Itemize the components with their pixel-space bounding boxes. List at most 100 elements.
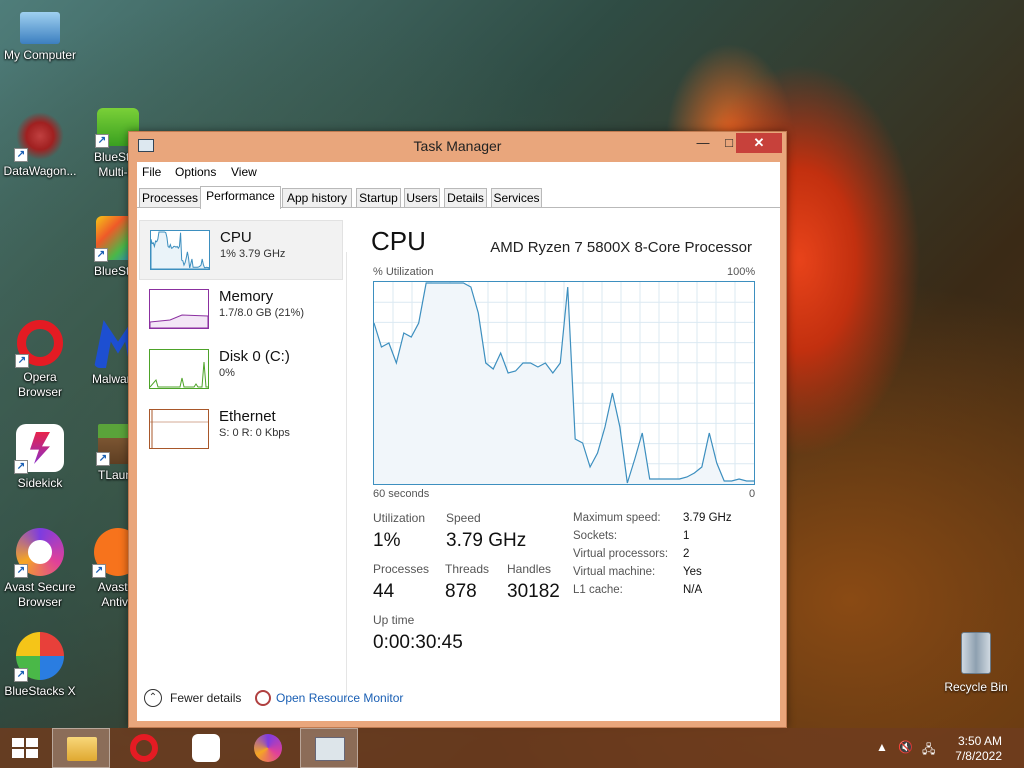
shortcut-arrow-icon: ↗ — [14, 460, 28, 474]
sidebar-item-sub: 1.7/8.0 GB (21%) — [219, 307, 304, 319]
chevron-up-icon[interactable]: ⌃ — [144, 689, 162, 707]
memory-thumbnail-graph — [149, 289, 209, 329]
taskbar-file-explorer[interactable] — [52, 728, 110, 768]
speaker-muted-icon[interactable]: 🔇 — [898, 740, 913, 754]
processes-value: 44 — [373, 581, 395, 602]
minimize-button[interactable]: — — [690, 133, 716, 153]
memory-thumb-svg — [150, 314, 208, 328]
tab-processes[interactable]: Processes — [139, 188, 201, 208]
window-title: Task Manager — [413, 138, 502, 154]
handles-value: 30182 — [507, 581, 560, 602]
icon-label: BlueStacks X — [4, 684, 76, 698]
tab-strip: Processes Performance App history Startu… — [137, 186, 780, 209]
icon-label: Browser — [17, 385, 62, 399]
tab-app-history[interactable]: App history — [282, 188, 352, 208]
icon-label: Avast Secure — [4, 580, 76, 594]
ethernet-thumbnail-graph — [149, 409, 209, 449]
tab-startup[interactable]: Startup — [356, 188, 401, 208]
folder-icon — [67, 737, 97, 761]
shortcut-arrow-icon: ↗ — [14, 148, 28, 162]
icon-label: My Computer — [3, 48, 77, 62]
sidebar-item-label: CPU — [220, 229, 252, 246]
sidebar-item-label: Memory — [219, 288, 274, 305]
disk-thumb-svg — [150, 361, 208, 388]
spec-max-speed-label: Maximum speed: — [573, 512, 661, 524]
shortcut-arrow-icon: ↗ — [95, 134, 109, 148]
menu-options[interactable]: Options — [175, 165, 216, 179]
network-icon[interactable]: 🖧 — [922, 740, 935, 761]
taskbar-sidekick[interactable] — [176, 728, 234, 768]
cpu-thumb-svg — [151, 231, 209, 269]
ethernet-thumb-svg — [150, 410, 208, 448]
spec-virtual-machine-label: Virtual machine: — [573, 566, 656, 578]
icon-label: Recycle Bin — [944, 680, 1008, 694]
clock-date: 7/8/2022 — [955, 749, 1002, 763]
window-client-area: File Options View Processes Performance … — [137, 162, 780, 721]
desktop-icon-opera[interactable]: ↗ Opera Browser — [0, 320, 80, 400]
utilization-value: 1% — [373, 530, 401, 551]
bluestacks-x-icon: ↗ — [14, 632, 64, 682]
threads-value: 878 — [445, 581, 477, 602]
title-bar[interactable]: Task Manager — □ ✕ — [129, 132, 786, 162]
uptime-label: Up time — [373, 613, 415, 627]
shortcut-arrow-icon: ↗ — [92, 564, 106, 578]
sidebar-item-sub: 0% — [219, 367, 235, 379]
menu-view[interactable]: View — [231, 165, 257, 179]
show-hidden-icons[interactable]: ▲ — [876, 740, 888, 754]
tab-users[interactable]: Users — [404, 188, 440, 208]
spec-max-speed-value: 3.79 GHz — [683, 512, 732, 524]
desktop-icon-sidekick[interactable]: ↗ Sidekick — [0, 424, 80, 491]
desktop-icon-my-computer[interactable]: My Computer — [0, 8, 80, 63]
desktop-icon-avast-browser[interactable]: ↗ Avast Secure Browser — [0, 528, 80, 610]
spec-sockets-label: Sockets: — [573, 530, 618, 542]
max-axis-label: 100% — [727, 266, 756, 278]
spec-l1-cache-value: N/A — [683, 584, 703, 596]
sidekick-icon: ↗ — [14, 424, 64, 474]
close-button[interactable]: ✕ — [736, 133, 782, 153]
tab-details[interactable]: Details — [444, 188, 487, 208]
sidebar-item-label: Ethernet — [219, 408, 276, 425]
desktop-icon-bluestacks-x[interactable]: ↗ BlueStacks X — [0, 632, 80, 699]
icon-label: Browser — [17, 595, 62, 609]
resource-monitor-icon — [255, 690, 271, 706]
shortcut-arrow-icon: ↗ — [94, 248, 108, 262]
system-clock[interactable]: 3:50 AM 7/8/2022 — [955, 734, 1002, 764]
cpu-thumb-line — [151, 231, 209, 269]
fewer-details-link[interactable]: Fewer details — [170, 691, 241, 705]
panel-divider — [346, 252, 347, 702]
opera-icon — [130, 734, 158, 762]
taskbar-avast-browser[interactable] — [238, 728, 296, 768]
shortcut-arrow-icon: ↗ — [14, 564, 28, 578]
cpu-model-name: AMD Ryzen 7 5800X 8-Core Processor — [490, 239, 752, 256]
sidebar-item-sub: 1% 3.79 GHz — [220, 248, 286, 260]
utilization-label: Utilization — [373, 511, 426, 525]
taskbar-opera[interactable] — [114, 728, 172, 768]
taskbar: ▲ 🔇 🖧 3:50 AM 7/8/2022 — [0, 728, 1024, 768]
taskbar-task-manager[interactable] — [300, 728, 358, 768]
avast-browser-icon — [254, 734, 282, 762]
disk-thumbnail-graph — [149, 349, 209, 389]
menu-file[interactable]: File — [142, 165, 161, 179]
task-manager-icon — [315, 737, 345, 761]
cpu-heading: CPU — [371, 226, 426, 256]
sidebar-item-memory[interactable]: Memory 1.7/8.0 GB (21%) — [139, 280, 343, 340]
time-axis-label: 60 seconds — [373, 488, 430, 500]
spec-sockets-value: 1 — [683, 530, 690, 542]
spec-l1-cache-label: L1 cache: — [573, 584, 623, 596]
icon-label: Opera — [23, 370, 57, 384]
sidebar-item-cpu[interactable]: CPU 1% 3.79 GHz — [139, 220, 343, 280]
tab-services[interactable]: Services — [491, 188, 542, 208]
spec-virtual-processors-label: Virtual processors: — [573, 548, 669, 560]
clock-time: 3:50 AM — [957, 734, 1002, 748]
threads-label: Threads — [445, 562, 490, 576]
desktop-icon-datawagon[interactable]: ↗ DataWagon... — [0, 112, 80, 179]
shortcut-arrow-icon: ↗ — [15, 354, 29, 368]
computer-icon — [20, 12, 60, 44]
desktop-icon-recycle-bin[interactable]: Recycle Bin — [938, 632, 1014, 694]
sidebar-item-ethernet[interactable]: Ethernet S: 0 R: 0 Kbps — [139, 400, 343, 460]
spec-virtual-machine-value: Yes — [683, 566, 702, 578]
tab-performance[interactable]: Performance — [200, 186, 281, 209]
windows-start-icon[interactable] — [12, 738, 38, 758]
sidebar-item-disk[interactable]: Disk 0 (C:) 0% — [139, 340, 343, 400]
open-resource-monitor-link[interactable]: Open Resource Monitor — [276, 691, 403, 705]
